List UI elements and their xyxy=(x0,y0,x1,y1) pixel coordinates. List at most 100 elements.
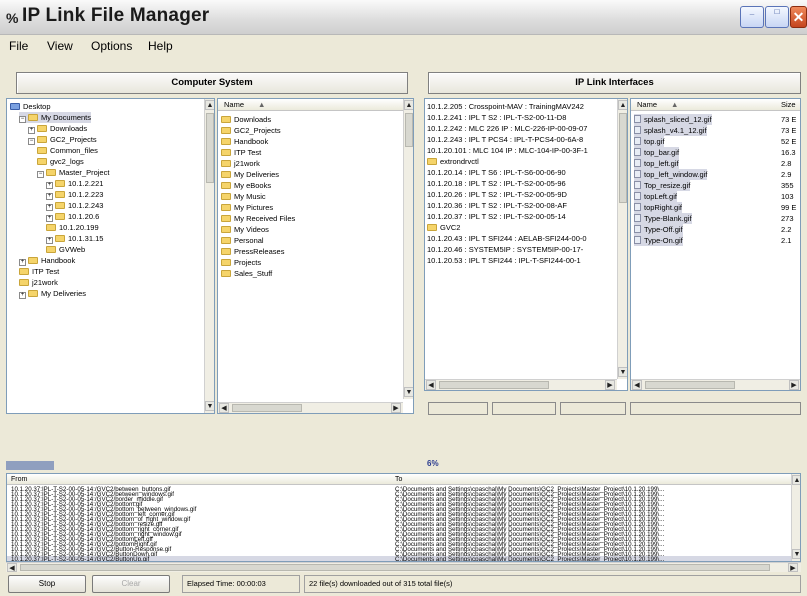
list-item[interactable]: Downloads xyxy=(221,114,271,125)
scroll-up-icon[interactable]: ▲ xyxy=(205,100,214,110)
expand-icon[interactable]: + xyxy=(46,215,53,222)
scroll-thumb[interactable] xyxy=(20,564,770,571)
remote-name-column-header[interactable]: Name xyxy=(637,99,657,111)
remote-file-row[interactable]: Top_resize.gif 355 xyxy=(634,180,800,191)
device-item[interactable]: 10.1.20.101 : MLC 104 IP : MLC-104-IP-00… xyxy=(427,145,615,156)
expand-icon[interactable]: + xyxy=(19,292,26,299)
tree-item[interactable]: +10.1.2.221 xyxy=(46,178,103,189)
scroll-down-icon[interactable]: ▼ xyxy=(205,401,214,411)
list-item[interactable]: My eBooks xyxy=(221,180,271,191)
remote-size-column-header[interactable]: Size xyxy=(781,99,796,111)
remote-file-hscroll[interactable]: ◀ ▶ xyxy=(631,379,800,390)
list-item[interactable]: My Deliveries xyxy=(221,169,279,180)
folder-tree-vscroll[interactable]: ▲ ▼ xyxy=(204,99,214,413)
expand-icon[interactable]: + xyxy=(46,204,53,211)
list-item[interactable]: Projects xyxy=(221,257,261,268)
scroll-right-icon[interactable]: ▶ xyxy=(605,380,615,390)
device-item[interactable]: 10.1.2.205 : Crosspoint-MAV : TrainingMA… xyxy=(427,101,615,112)
scroll-down-icon[interactable]: ▼ xyxy=(404,387,413,397)
scroll-thumb[interactable] xyxy=(619,113,627,203)
list-item[interactable]: My Music xyxy=(221,191,266,202)
tree-item[interactable]: + Downloads xyxy=(28,123,87,134)
list-item[interactable]: Personal xyxy=(221,235,264,246)
tree-item[interactable]: Desktop xyxy=(10,101,51,112)
folder-contents-vscroll[interactable]: ▲ ▼ xyxy=(403,99,413,399)
tree-item[interactable]: − Master_Project xyxy=(37,167,109,178)
collapse-icon[interactable]: − xyxy=(37,171,44,178)
device-item[interactable]: 10.1.20.36 : IPL T S2 : IPL-T-S2-00-08-A… xyxy=(427,200,615,211)
list-item[interactable]: PressReleases xyxy=(221,246,284,257)
expand-icon[interactable]: + xyxy=(28,127,35,134)
device-item[interactable]: 10.1.20.43 : IPL T SFI244 : AELAB-SFI244… xyxy=(427,233,615,244)
remote-file-row[interactable]: Type-Blank.gif 273 xyxy=(634,213,800,224)
remote-file-row[interactable]: topLeft.gif 103 xyxy=(634,191,800,202)
transfer-vscroll[interactable]: ▲ ▼ xyxy=(791,474,800,561)
scroll-thumb[interactable] xyxy=(439,381,549,389)
scroll-down-icon[interactable]: ▼ xyxy=(618,367,627,377)
device-item[interactable]: 10.1.2.241 : IPL T S2 : IPL-T-S2-00-11-D… xyxy=(427,112,615,123)
scroll-right-icon[interactable]: ▶ xyxy=(391,403,401,413)
scroll-thumb[interactable] xyxy=(206,113,214,183)
scroll-up-icon[interactable]: ▲ xyxy=(404,100,413,110)
device-item[interactable]: 10.1.20.53 : IPL T SFI244 : IPL-T-SFI244… xyxy=(427,255,615,266)
remote-file-row[interactable]: Type-Off.gif 2.2 xyxy=(634,224,800,235)
menu-help[interactable]: Help xyxy=(148,39,173,53)
list-item[interactable]: Sales_Stuff xyxy=(221,268,272,279)
minimize-button[interactable]: _ xyxy=(740,6,764,28)
device-item[interactable]: 10.1.20.46 : SYSTEM5IP : SYSTEM5IP-00-17… xyxy=(427,244,615,255)
folder-contents-hscroll[interactable]: ◀ ▶ xyxy=(218,402,403,413)
expand-icon[interactable]: + xyxy=(46,237,53,244)
stop-button[interactable]: Stop xyxy=(8,575,86,593)
scroll-right-icon[interactable]: ▶ xyxy=(789,380,799,390)
scroll-left-icon[interactable]: ◀ xyxy=(7,563,17,572)
remote-file-row[interactable]: top_bar.gif 16.3 xyxy=(634,147,800,158)
scroll-left-icon[interactable]: ◀ xyxy=(219,403,229,413)
tree-item[interactable]: +10.1.2.223 xyxy=(46,189,103,200)
scroll-down-icon[interactable]: ▼ xyxy=(792,549,800,559)
tree-item[interactable]: − My Documents xyxy=(19,112,92,123)
scroll-thumb[interactable] xyxy=(405,113,413,147)
menu-view[interactable]: View xyxy=(47,39,73,53)
scroll-thumb[interactable] xyxy=(232,404,302,412)
remote-file-row[interactable]: top.gif 52 E xyxy=(634,136,800,147)
remote-file-row[interactable]: topRight.gif 99 E xyxy=(634,202,800,213)
transfer-list[interactable]: From To 10.1.20.37:IPL-T-S2-00-05-14:/GV… xyxy=(6,473,801,562)
tree-item[interactable]: +10.1.31.15 xyxy=(46,233,103,244)
remote-file-row[interactable]: splash_v4.1_12.gif 73 E xyxy=(634,125,800,136)
scroll-left-icon[interactable]: ◀ xyxy=(632,380,642,390)
from-column-header[interactable]: From xyxy=(11,474,27,485)
remote-file-row[interactable]: top_left.gif 2.8 xyxy=(634,158,800,169)
clear-button[interactable]: Clear xyxy=(92,575,170,593)
device-item[interactable]: 10.1.2.243 : IPL T PCS4 : IPL-T-PCS4-00-… xyxy=(427,134,615,145)
scroll-thumb[interactable] xyxy=(645,381,735,389)
tree-item[interactable]: +10.1.2.243 xyxy=(46,200,103,211)
tree-item[interactable]: Common_files xyxy=(37,145,98,156)
tree-item[interactable]: j21work xyxy=(19,277,58,288)
ip-link-interfaces-header[interactable]: IP Link Interfaces xyxy=(428,72,801,94)
collapse-icon[interactable]: − xyxy=(19,116,26,123)
scroll-up-icon[interactable]: ▲ xyxy=(792,475,800,485)
maximize-button[interactable]: □ xyxy=(765,6,789,28)
scroll-right-icon[interactable]: ▶ xyxy=(788,563,798,572)
expand-icon[interactable]: + xyxy=(19,259,26,266)
device-item[interactable]: 10.1.2.242 : MLC 226 IP : MLC-226-IP-00-… xyxy=(427,123,615,134)
close-button[interactable]: ✕ xyxy=(790,6,807,28)
tree-item[interactable]: GVWeb xyxy=(46,244,85,255)
device-item[interactable]: 10.1.20.18 : IPL T S2 : IPL-T-S2-00-05-9… xyxy=(427,178,615,189)
tree-item[interactable]: +10.1.20.6 xyxy=(46,211,99,222)
remote-file-row[interactable]: splash_sliced_12.gif 73 E xyxy=(634,114,800,125)
expand-icon[interactable]: + xyxy=(46,182,53,189)
tree-item[interactable]: − GC2_Projects xyxy=(28,134,97,145)
device-item[interactable]: GVC2 xyxy=(427,222,615,233)
title-bar[interactable]: % IP Link File Manager _ □ ✕ xyxy=(0,0,807,35)
list-item[interactable]: j21work xyxy=(221,158,260,169)
ip-link-device-list[interactable]: 10.1.2.205 : Crosspoint-MAV : TrainingMA… xyxy=(424,98,628,391)
remote-file-row[interactable]: top_left_window.gif 2.9 xyxy=(634,169,800,180)
device-item[interactable]: 10.1.20.26 : IPL T S2 : IPL-T-S2-00-05-9… xyxy=(427,189,615,200)
computer-system-header[interactable]: Computer System xyxy=(16,72,408,94)
remote-file-row[interactable]: Type-On.gif 2.1 xyxy=(634,235,800,246)
list-item[interactable]: My Received Files xyxy=(221,213,295,224)
device-list-vscroll[interactable]: ▲ ▼ xyxy=(617,99,627,379)
menu-file[interactable]: File xyxy=(9,39,28,53)
device-item[interactable]: 10.1.20.14 : IPL T S6 : IPL-T-S6-00-06-9… xyxy=(427,167,615,178)
